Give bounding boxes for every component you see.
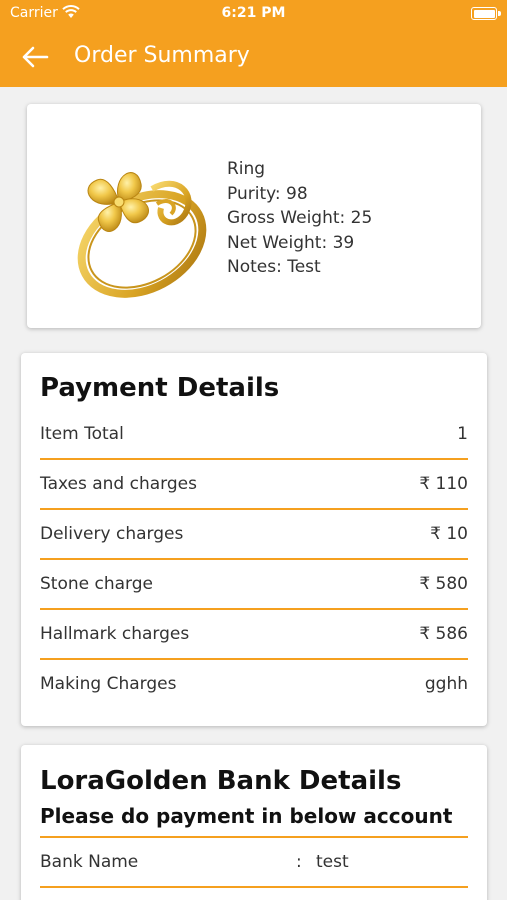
row-divider — [40, 608, 468, 610]
row-divider — [40, 458, 468, 460]
payment-row-value: ₹ 586 — [419, 624, 468, 644]
payment-row: Item Total 1 — [40, 424, 468, 474]
product-name: Ring — [227, 159, 266, 179]
payment-row-label: Making Charges — [40, 674, 177, 694]
row-divider — [40, 558, 468, 560]
payment-row: Hallmark charges ₹ 586 — [40, 624, 468, 674]
product-notes: Notes: Test — [227, 257, 321, 277]
product-card: Ring Purity: 98 Gross Weight: 25 Net Wei… — [27, 104, 481, 328]
status-time: 6:21 PM — [221, 5, 286, 21]
payment-details-card: Payment Details Item Total 1 Taxes and c… — [21, 353, 487, 726]
bank-row-separator: : — [296, 852, 302, 872]
payment-row-label: Stone charge — [40, 574, 153, 594]
battery-icon — [471, 7, 501, 20]
product-info: Ring Purity: 98 Gross Weight: 25 Net Wei… — [227, 157, 372, 280]
back-button[interactable] — [20, 44, 50, 70]
bank-row-value: test — [316, 852, 349, 872]
product-purity: Purity: 98 — [227, 183, 308, 204]
payment-row-value: ₹ 110 — [419, 474, 468, 494]
bank-row: Bank Name : test — [40, 852, 468, 872]
row-divider — [40, 658, 468, 660]
payment-row: Delivery charges ₹ 10 — [40, 524, 468, 574]
bank-details-subtitle: Please do payment in below account — [40, 804, 453, 828]
payment-details-title: Payment Details — [40, 373, 280, 403]
payment-row-value: 1 — [457, 424, 468, 444]
payment-row: Making Charges gghh — [40, 674, 468, 724]
row-divider — [40, 836, 468, 838]
row-divider — [40, 508, 468, 510]
payment-row-label: Delivery charges — [40, 524, 184, 544]
payment-row-value: ₹ 10 — [430, 524, 468, 544]
arrow-left-icon — [22, 46, 49, 68]
page-title: Order Summary — [74, 43, 250, 68]
ring-image — [77, 172, 207, 298]
payment-row-label: Item Total — [40, 424, 124, 444]
payment-row-label: Hallmark charges — [40, 624, 190, 644]
bank-details-card: LoraGolden Bank Details Please do paymen… — [21, 745, 487, 900]
status-bar: Carrier 6:21 PM — [0, 0, 507, 28]
payment-row: Taxes and charges ₹ 110 — [40, 474, 468, 524]
payment-row: Stone charge ₹ 580 — [40, 574, 468, 624]
bank-details-title: LoraGolden Bank Details — [40, 766, 402, 796]
app-header: Carrier 6:21 PM Order Summary — [0, 0, 507, 87]
row-divider — [40, 886, 468, 888]
payment-row-label: Taxes and charges — [40, 474, 197, 494]
product-net-weight: Net Weight: 39 — [227, 232, 355, 253]
payment-row-value: gghh — [424, 674, 468, 694]
product-gross-weight: Gross Weight: 25 — [227, 208, 373, 228]
payment-row-value: ₹ 580 — [419, 574, 468, 594]
bank-row-label: Bank Name — [40, 852, 139, 872]
